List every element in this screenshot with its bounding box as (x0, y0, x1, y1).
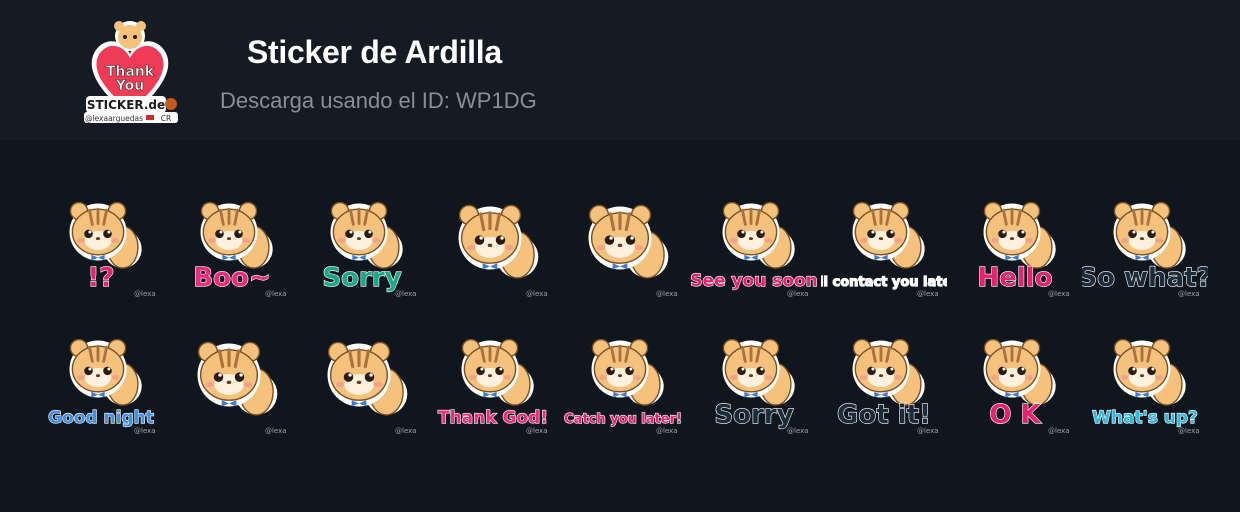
pack-icon-country: CR (161, 114, 171, 123)
sticker-watermark: @lexa (1048, 290, 1070, 298)
sticker-caption: O K (989, 400, 1041, 430)
download-id-text: Descarga usando el ID: WP1DG (220, 88, 537, 113)
sticker-watermark: @lexa (656, 427, 678, 435)
sticker-sorry[interactable]: Sorry @lexa (299, 176, 425, 300)
sticker-boo[interactable]: Boo~ @lexa (169, 176, 295, 300)
sticker-whats-up[interactable]: What's up? @lexa (1082, 313, 1208, 437)
squirrel-illustration: Sorry@lexa (322, 201, 417, 298)
sticker-watermark: @lexa (526, 290, 548, 298)
squirrel-illustration: @lexa (197, 341, 287, 435)
sticker-watermark: @lexa (395, 290, 417, 298)
sticker-caption: Thank God! (438, 408, 548, 428)
sticker-caption: Catch you later! (564, 412, 682, 427)
sticker-surprised[interactable]: !? @lexa (38, 176, 164, 300)
sticker-caption: Sorry (714, 400, 793, 430)
sticker-catch-you-later[interactable]: Catch you later! @lexa (560, 313, 686, 437)
squirrel-mini-icon (165, 98, 177, 110)
sticker-watermark: @lexa (1178, 427, 1200, 435)
sticker-watermark: @lexa (1048, 427, 1070, 435)
sticker-caption: What's up? (1092, 408, 1198, 428)
squirrel-illustration: Catch you later!@lexa (563, 338, 683, 435)
sticker-thank-god[interactable]: Thank God! @lexa (430, 313, 556, 437)
pack-icon-brand: STICKER.de (87, 98, 165, 112)
sticker-caption: See you soon (691, 271, 817, 291)
sticker-watermark: @lexa (787, 290, 809, 298)
squirrel-illustration: Boo~@lexa (193, 201, 287, 298)
sticker-caption: Got it! (837, 400, 931, 430)
sticker-watermark: @lexa (917, 290, 939, 298)
squirrel-illustration: @lexa (588, 204, 678, 298)
sticker-caption: Hello (977, 263, 1052, 293)
sticker-watermark: @lexa (787, 427, 809, 435)
sticker-good-night[interactable]: Good night @lexa (38, 313, 164, 437)
sticker-got-it[interactable]: Got it! @lexa (821, 313, 947, 437)
sticker-caption: !? (88, 263, 115, 293)
squirrel-illustration: See you soon@lexa (691, 201, 817, 298)
squirrel-illustration: So what?@lexa (1082, 201, 1208, 298)
sticker-music[interactable]: @lexa (299, 313, 425, 437)
sticker-caption: I'll contact you later (821, 275, 947, 290)
sticker-grid: !? @lexa Boo~ @lexa Sorry @lexa @lexa @lexa See … (38, 176, 1208, 435)
sticker-caption: Good night (48, 408, 154, 428)
squirrel-illustration: I'll contact you later@lexa (821, 201, 947, 298)
sticker-watermark: @lexa (265, 290, 287, 298)
sticker-watermark: @lexa (526, 427, 548, 435)
squirrel-illustration: !? @lexa (69, 201, 156, 298)
sticker-watermark: @lexa (917, 427, 939, 435)
squirrel-illustration: @lexa (327, 341, 417, 435)
sticker-watermark: @lexa (134, 427, 156, 435)
squirrel-illustration: Sorry@lexa (714, 338, 809, 435)
squirrel-illustration: Got it!@lexa (836, 338, 939, 435)
sticker-caption: Sorry (322, 263, 401, 293)
squirrel-illustration: Thank God!@lexa (437, 338, 549, 435)
sticker-sparkle[interactable]: @lexa (430, 176, 556, 300)
sticker-stars[interactable]: @lexa (169, 313, 295, 437)
page-title: Sticker de Ardilla (247, 34, 502, 70)
squirrel-illustration: @lexa (458, 204, 548, 298)
sticker-see-you-soon[interactable]: See you soon @lexa (691, 176, 817, 300)
sticker-caption: So what? (1082, 263, 1208, 293)
pack-icon-line2: You (115, 78, 144, 94)
squirrel-illustration: Good night@lexa (48, 338, 156, 435)
flag-icon (146, 115, 154, 120)
sticker-watermark: @lexa (395, 427, 417, 435)
sticker-watermark: @lexa (656, 290, 678, 298)
sticker-pack-header: Thank You STICKER.de @lexaarguedas CR St… (0, 0, 1240, 140)
squirrel-illustration: What's up?@lexa (1091, 338, 1200, 435)
sticker-apple-sorry[interactable]: Sorry @lexa (691, 313, 817, 437)
squirrel-illustration: O K @lexa (983, 338, 1070, 435)
sticker-chair[interactable]: @lexa (560, 176, 686, 300)
sticker-watermark: @lexa (134, 290, 156, 298)
sticker-so-what[interactable]: So what? @lexa (1082, 176, 1208, 300)
sticker-contact-you-later[interactable]: I'll contact you later@lexa (821, 176, 947, 300)
squirrel-illustration: Hello@lexa (977, 201, 1070, 298)
sticker-watermark: @lexa (265, 427, 287, 435)
sticker-hello[interactable]: Hello @lexa (952, 176, 1078, 300)
sticker-caption: Boo~ (193, 263, 270, 293)
pack-icon: Thank You STICKER.de @lexaarguedas CR (82, 16, 178, 124)
sticker-ok[interactable]: O K @lexa (952, 313, 1078, 437)
sticker-watermark: @lexa (1178, 290, 1200, 298)
pack-icon-handle: @lexaarguedas (85, 114, 143, 123)
